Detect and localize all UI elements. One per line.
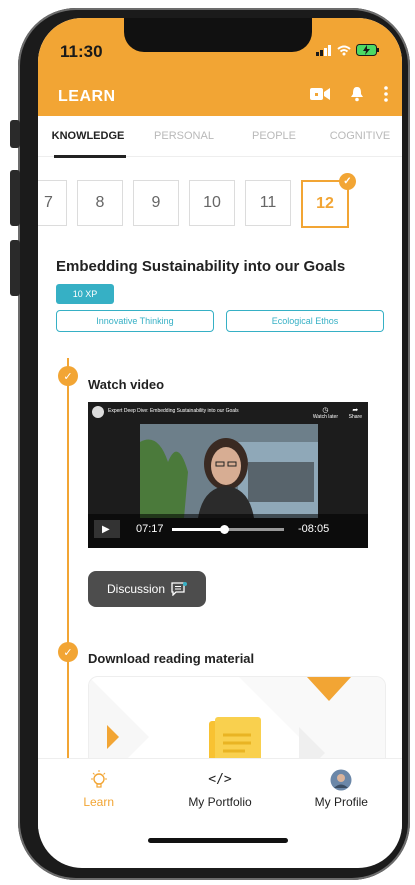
step-1-check-icon: ✓ <box>58 366 78 386</box>
tab-people[interactable]: PEOPLE <box>230 116 318 156</box>
status-time: 11:30 <box>60 42 103 61</box>
lesson-number-selector: 7 8 9 10 11 12 ✓ <box>38 173 356 228</box>
step-watch-video-title: Watch video <box>88 377 165 392</box>
avatar <box>330 769 352 791</box>
share-button[interactable]: ➦ Share <box>349 406 362 420</box>
category-tabs: KNOWLEDGE PERSONAL PEOPLE COGNITIVE <box>38 116 402 157</box>
lightbulb-icon <box>90 770 107 788</box>
reading-illustration <box>89 677 385 758</box>
xp-badge: 10 XP <box>56 284 114 304</box>
signal-icon <box>316 44 331 56</box>
lesson-content: 7 8 9 10 11 12 ✓ Embedding Sustainabilit… <box>38 158 402 758</box>
app-header: 11:30 LEARN <box>38 18 402 116</box>
play-icon[interactable]: ▶ <box>102 524 110 535</box>
channel-avatar <box>92 406 104 418</box>
bottom-navigation: Learn </> My Portfolio My Profile <box>38 758 402 829</box>
nav-my-portfolio[interactable]: </> My Portfolio <box>159 759 280 829</box>
nav-profile-label: My Profile <box>314 795 368 809</box>
video-call-icon[interactable] <box>310 87 330 101</box>
wifi-icon <box>337 45 351 55</box>
video-seek-bar[interactable] <box>172 525 284 534</box>
bell-icon[interactable] <box>350 86 364 102</box>
share-label: Share <box>348 414 362 420</box>
battery-charging-icon <box>356 44 379 56</box>
video-player[interactable]: Expert Deep Dive: Embedding Sustainabili… <box>88 402 368 548</box>
tab-personal[interactable]: PERSONAL <box>138 116 230 156</box>
app-title: LEARN <box>58 88 116 105</box>
tab-knowledge[interactable]: KNOWLEDGE <box>38 116 138 156</box>
skill-tag-ecological-ethos[interactable]: Ecological Ethos <box>226 310 384 332</box>
lesson-number-7[interactable]: 7 <box>38 180 67 226</box>
lesson-number-12-selected[interactable]: 12 ✓ <box>301 173 356 228</box>
video-remaining-time: -08:05 <box>298 523 330 535</box>
nav-learn[interactable]: Learn <box>38 759 159 829</box>
more-vertical-icon[interactable] <box>384 86 388 102</box>
nav-my-profile[interactable]: My Profile <box>281 759 402 829</box>
camera-notch <box>124 18 312 52</box>
nav-learn-label: Learn <box>83 795 115 809</box>
watch-later-button[interactable]: ◷ Watch later <box>313 406 338 420</box>
discussion-button[interactable]: Discussion <box>88 571 206 607</box>
home-indicator <box>148 838 288 843</box>
step-2-check-icon: ✓ <box>58 642 78 662</box>
mute-switch <box>10 120 20 148</box>
lesson-number-9[interactable]: 9 <box>133 180 179 226</box>
selected-number-label: 12 <box>316 195 334 212</box>
share-icon: ➦ <box>352 407 359 414</box>
clock-icon: ◷ <box>322 407 329 414</box>
lesson-number-11[interactable]: 11 <box>245 180 291 226</box>
code-icon: </> <box>208 772 232 787</box>
lesson-number-10[interactable]: 10 <box>189 180 235 226</box>
discussion-label: Discussion <box>106 582 166 596</box>
step-download-reading-title: Download reading material <box>88 651 255 666</box>
lesson-title: Embedding Sustainability into our Goals <box>56 258 346 275</box>
app-screen: 11:30 LEARN KNOWLEDGE PERSONAL PEOPLE CO… <box>38 18 402 868</box>
lesson-number-8[interactable]: 8 <box>77 180 123 226</box>
nav-portfolio-label: My Portfolio <box>188 795 252 809</box>
volume-down-button <box>10 240 20 296</box>
volume-up-button <box>10 170 20 226</box>
watch-later-label: Watch later <box>312 414 338 420</box>
reading-material-card[interactable] <box>88 676 386 758</box>
progress-timeline <box>67 358 69 758</box>
video-progress-fill <box>172 528 225 531</box>
status-icons <box>316 44 380 56</box>
video-title: Expert Deep Dive: Embedding Sustainabili… <box>108 408 239 414</box>
chat-bubble-icon <box>171 582 188 596</box>
tab-cognitive[interactable]: COGNITIVE <box>318 116 402 156</box>
video-elapsed-time: 07:17 <box>136 523 164 535</box>
skill-tag-innovative-thinking[interactable]: Innovative Thinking <box>56 310 214 332</box>
completed-check-icon: ✓ <box>339 173 356 190</box>
